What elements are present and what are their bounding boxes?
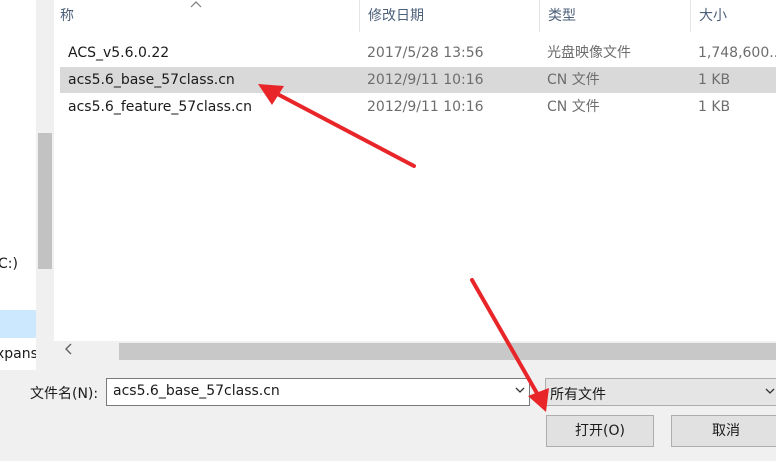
file-date: 2012/9/11 10:16: [367, 99, 484, 115]
nav-scroll-thumb[interactable]: [38, 133, 52, 269]
nav-item-expansion[interactable]: xpans: [0, 346, 36, 362]
filename-input[interactable]: [113, 383, 513, 399]
column-header-type[interactable]: 类型: [548, 0, 576, 32]
chevron-down-icon[interactable]: [515, 384, 525, 397]
file-date: 2017/5/28 13:56: [367, 45, 484, 61]
column-header-name[interactable]: 称: [60, 0, 74, 32]
file-list[interactable]: 称 修改日期 类型 大小 ACS_v5.6.0.22 2017/5/28 13:…: [54, 0, 776, 341]
file-type-select[interactable]: 所有文件: [545, 378, 776, 406]
file-name: acs5.6_feature_57class.cn: [68, 99, 252, 115]
file-name: ACS_v5.6.0.22: [68, 45, 170, 61]
column-divider[interactable]: [539, 0, 540, 32]
horizontal-scrollbar[interactable]: [54, 341, 776, 362]
nav-item-drive-c[interactable]: C:): [0, 256, 18, 272]
filename-label: 文件名(N):: [30, 386, 99, 402]
file-date: 2012/9/11 10:16: [367, 72, 484, 88]
file-name: acs5.6_base_57class.cn: [68, 72, 235, 88]
filename-combobox[interactable]: [106, 378, 530, 406]
file-size: 1 KB: [698, 72, 731, 88]
file-size: 1,748,600...: [698, 45, 776, 61]
cancel-button[interactable]: 取消: [671, 415, 776, 447]
navigation-pane[interactable]: C:) xpans: [0, 0, 36, 370]
column-header-date[interactable]: 修改日期: [368, 0, 424, 32]
file-type: CN 文件: [547, 72, 600, 88]
file-type-value: 所有文件: [550, 387, 606, 403]
file-type: CN 文件: [547, 99, 600, 115]
nav-item-selected[interactable]: [0, 310, 36, 338]
column-divider[interactable]: [690, 0, 691, 32]
chevron-down-icon[interactable]: [765, 385, 775, 398]
file-row[interactable]: ACS_v5.6.0.22 2017/5/28 13:56 光盘映像文件 1,7…: [60, 40, 776, 66]
file-type: 光盘映像文件: [547, 45, 631, 61]
column-header-row: 称 修改日期 类型 大小: [54, 0, 776, 32]
open-button[interactable]: 打开(O): [546, 415, 654, 447]
file-row-selected[interactable]: acs5.6_base_57class.cn 2012/9/11 10:16 C…: [60, 67, 776, 93]
horizontal-scroll-thumb[interactable]: [119, 343, 776, 360]
file-size: 1 KB: [698, 99, 731, 115]
file-row[interactable]: acs5.6_feature_57class.cn 2012/9/11 10:1…: [60, 94, 776, 120]
scroll-left-icon[interactable]: [65, 343, 73, 358]
column-header-size[interactable]: 大小: [699, 0, 727, 32]
sort-ascending-icon: [190, 0, 202, 11]
column-divider[interactable]: [359, 0, 360, 32]
nav-vertical-scrollbar[interactable]: [36, 0, 54, 370]
